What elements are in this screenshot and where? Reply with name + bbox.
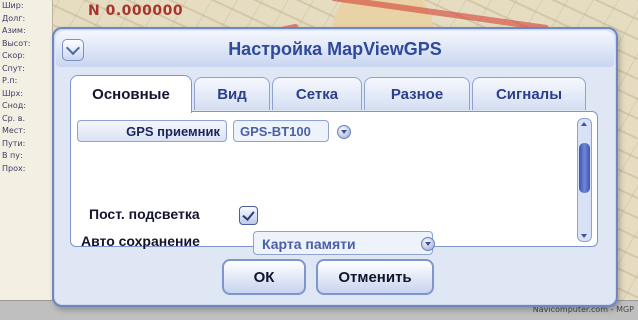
tab-grid[interactable]: Сетка <box>272 77 362 110</box>
info-row: Шир: <box>2 1 24 10</box>
ok-button[interactable]: ОК <box>222 259 306 295</box>
settings-dialog: Настройка MapViewGPS Основные Вид Сетка … <box>52 27 618 307</box>
autosave-select[interactable]: Карта памяти <box>253 231 433 255</box>
coordinate-readout: N 0.000000 <box>88 3 184 19</box>
info-row: Высот: <box>2 38 31 48</box>
tab-main[interactable]: Основные <box>70 75 192 113</box>
checkmark-icon <box>242 208 255 221</box>
info-row: Снод: <box>2 101 26 110</box>
tab-panel-main: GPS приемник GPS-BT100 Пост. подсветка А… <box>70 111 598 255</box>
info-row: Скор: <box>2 51 26 60</box>
dropdown-arrow-icon[interactable] <box>421 237 435 251</box>
panel-scrollbar[interactable] <box>577 118 592 242</box>
tab-signals[interactable]: Сигналы <box>472 77 586 110</box>
dropdown-arrow-icon[interactable] <box>337 125 351 139</box>
tab-bar: Основные Вид Сетка Разное Сигналы <box>70 75 600 113</box>
info-row: В пу: <box>2 151 23 160</box>
info-row: Пути: <box>2 138 26 148</box>
scroll-up-icon[interactable] <box>581 122 587 126</box>
autosave-label: Авто сохранение <box>81 233 200 249</box>
info-sidebar: Шир: Долг: Азим: Высот: Скор: Спут: Р.п:… <box>0 0 53 300</box>
scroll-down-icon[interactable] <box>581 234 587 238</box>
info-row: Долг: <box>2 13 26 23</box>
info-row: Ср. в. <box>2 113 26 123</box>
info-row: Азим: <box>2 26 26 35</box>
dialog-titlebar: Настройка MapViewGPS <box>56 31 614 67</box>
backlight-checkbox[interactable] <box>239 206 258 225</box>
info-row: Р.п: <box>2 76 18 85</box>
dialog-title: Настройка MapViewGPS <box>228 39 442 59</box>
cancel-button[interactable]: Отменить <box>316 259 434 295</box>
gps-receiver-button[interactable]: GPS приемник <box>77 120 227 142</box>
scroll-thumb[interactable] <box>579 143 590 193</box>
info-row: Шрх: <box>2 88 24 98</box>
backlight-label: Пост. подсветка <box>89 206 200 222</box>
info-row: Мест: <box>2 126 26 135</box>
tab-view[interactable]: Вид <box>194 77 270 110</box>
gps-receiver-select[interactable]: GPS-BT100 <box>233 120 329 142</box>
info-row: Спут: <box>2 63 25 73</box>
info-row: Прох: <box>2 163 26 173</box>
tab-misc[interactable]: Разное <box>364 77 470 110</box>
